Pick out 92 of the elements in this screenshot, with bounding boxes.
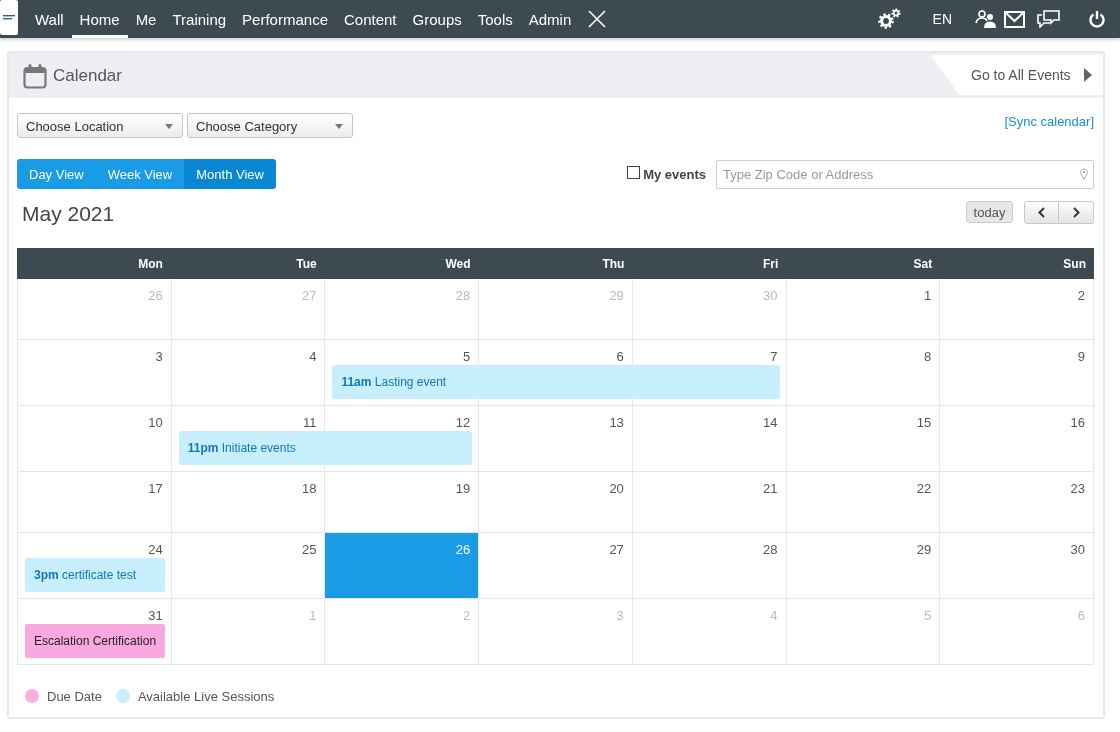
cross-icon[interactable] (588, 10, 607, 28)
day-number: 26 (455, 542, 471, 557)
day-number: 25 (301, 542, 317, 557)
nav-tab[interactable]: Content (336, 0, 405, 38)
day-number: 6 (1077, 608, 1085, 623)
day-number: 10 (148, 415, 163, 430)
panel-title: Calendar (53, 65, 122, 86)
nav-tab[interactable]: Performance (234, 0, 336, 38)
day-number: 26 (148, 288, 163, 303)
day-number: 1 (924, 288, 932, 303)
day-number: 19 (455, 481, 471, 496)
nav-tab[interactable]: Groups (404, 0, 470, 38)
nav-tab[interactable]: Me (127, 0, 165, 38)
day-number: 27 (609, 542, 624, 557)
calendar-icon (23, 62, 47, 89)
settings-icon[interactable] (876, 8, 901, 30)
power-icon[interactable] (1089, 10, 1105, 28)
day-number: 11 (302, 415, 317, 430)
month-title: May 2021 (22, 201, 115, 227)
day-number: 2 (1077, 288, 1085, 303)
weekday-label: Sat (913, 256, 933, 271)
weekday-label: Sun (1063, 256, 1086, 271)
day-number: 28 (763, 542, 778, 557)
logo-icon[interactable] (0, 0, 18, 35)
people-icon[interactable] (975, 9, 997, 29)
my-events-checkbox[interactable] (627, 166, 641, 179)
nav-tab[interactable]: Admin (520, 0, 580, 38)
today-button[interactable]: today (966, 201, 1013, 223)
caret-icon (335, 123, 343, 129)
chevron-left-icon (1038, 207, 1045, 218)
day-number: 18 (301, 481, 317, 496)
day-number: 3 (155, 349, 163, 364)
day-number: 16 (1070, 415, 1085, 430)
event-bar[interactable]: 11am Lasting event (332, 365, 780, 399)
weekday-label: Thu (602, 256, 625, 271)
next-month-button[interactable] (1059, 201, 1094, 224)
event-bar[interactable]: Escalation Certification (25, 624, 165, 658)
location-select[interactable]: Choose Location (17, 113, 183, 138)
language-button[interactable]: EN (932, 11, 952, 27)
day-number: 13 (609, 415, 624, 430)
day-number: 4 (770, 608, 778, 623)
day-number: 28 (455, 288, 471, 303)
legend-label: Available Live Sessions (137, 688, 275, 704)
view-tab[interactable]: Month View (184, 159, 276, 189)
category-select[interactable]: Choose Category (187, 113, 353, 138)
day-number: 15 (916, 415, 932, 430)
day-number: 12 (455, 415, 471, 430)
day-number: 31 (148, 608, 163, 623)
event-bar[interactable]: 11pm Initiate events (178, 431, 473, 465)
nav-tab[interactable]: Home (71, 0, 128, 38)
day-number: 9 (1077, 349, 1085, 364)
triangle-right-icon (1083, 68, 1092, 82)
day-number: 29 (609, 288, 624, 303)
day-number: 5 (462, 349, 471, 364)
sync-calendar-link[interactable]: [Sync calendar] (1004, 114, 1094, 129)
day-number: 3 (616, 608, 624, 623)
weekday-label: Fri (762, 256, 779, 271)
day-number: 6 (616, 349, 624, 364)
day-number: 5 (924, 608, 932, 623)
weekday-label: Wed (445, 256, 471, 271)
day-number: 30 (763, 288, 778, 303)
day-number: 1 (309, 608, 317, 623)
day-number: 20 (609, 481, 624, 496)
nav-tab[interactable]: Wall (27, 0, 72, 38)
location-pin-icon (1080, 167, 1088, 180)
mail-icon[interactable] (1004, 10, 1025, 28)
day-number: 14 (763, 415, 778, 430)
day-number: 23 (1070, 481, 1085, 496)
day-number: 2 (462, 608, 471, 623)
day-number: 7 (770, 349, 778, 364)
nav-tab[interactable]: Training (164, 0, 235, 38)
weekday-label: Tue (296, 256, 317, 271)
day-number: 4 (309, 349, 317, 364)
all-events-link[interactable]: Go to All Events (931, 55, 1103, 95)
day-number: 8 (924, 349, 932, 364)
day-number: 21 (763, 481, 778, 496)
address-field[interactable]: Type Zip Code or Address (716, 159, 1094, 189)
my-events-label[interactable]: My events (643, 166, 706, 182)
day-number: 22 (916, 481, 932, 496)
chevron-right-icon (1072, 207, 1080, 218)
day-number: 27 (301, 288, 317, 303)
nav-tab[interactable]: Tools (469, 0, 521, 38)
chat-icon[interactable] (1037, 10, 1060, 28)
legend-label: Due Date (47, 688, 102, 704)
day-number: 17 (148, 481, 163, 496)
day-number: 29 (916, 542, 932, 557)
previous-month-button[interactable] (1024, 201, 1059, 224)
weekday-label: Mon (138, 256, 163, 271)
caret-icon (165, 123, 173, 129)
event-bar[interactable]: 3pm certificate test (25, 558, 165, 592)
day-number: 30 (1070, 542, 1085, 557)
day-number: 24 (148, 542, 163, 557)
